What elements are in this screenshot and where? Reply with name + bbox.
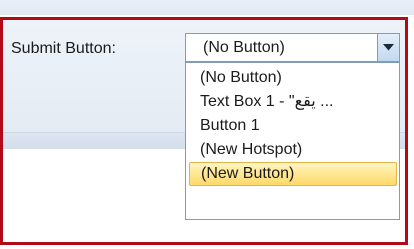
option-new-hotspot[interactable]: (New Hotspot): [189, 138, 397, 162]
combo-dropdown-button[interactable]: [377, 34, 399, 61]
top-strip: [0, 0, 414, 15]
option-text-box-1[interactable]: Text Box 1 - "يقع ...: [189, 90, 397, 114]
option-button-1[interactable]: Button 1: [189, 114, 397, 138]
submit-button-combobox[interactable]: (No Button): [185, 33, 400, 62]
chevron-down-icon: [383, 44, 394, 51]
option-new-button[interactable]: (New Button): [189, 162, 397, 186]
combo-dropdown-list: (No Button) Text Box 1 - "يقع ... Button…: [185, 62, 400, 220]
highlight-frame: Submit Button: (No Button) (No Button) T…: [0, 17, 408, 245]
option-no-button[interactable]: (No Button): [189, 66, 397, 90]
combo-selected-value: (No Button): [203, 39, 285, 56]
submit-button-setting-panel: Submit Button: (No Button) (No Button) T…: [0, 0, 414, 249]
submit-button-label: Submit Button:: [11, 40, 116, 57]
